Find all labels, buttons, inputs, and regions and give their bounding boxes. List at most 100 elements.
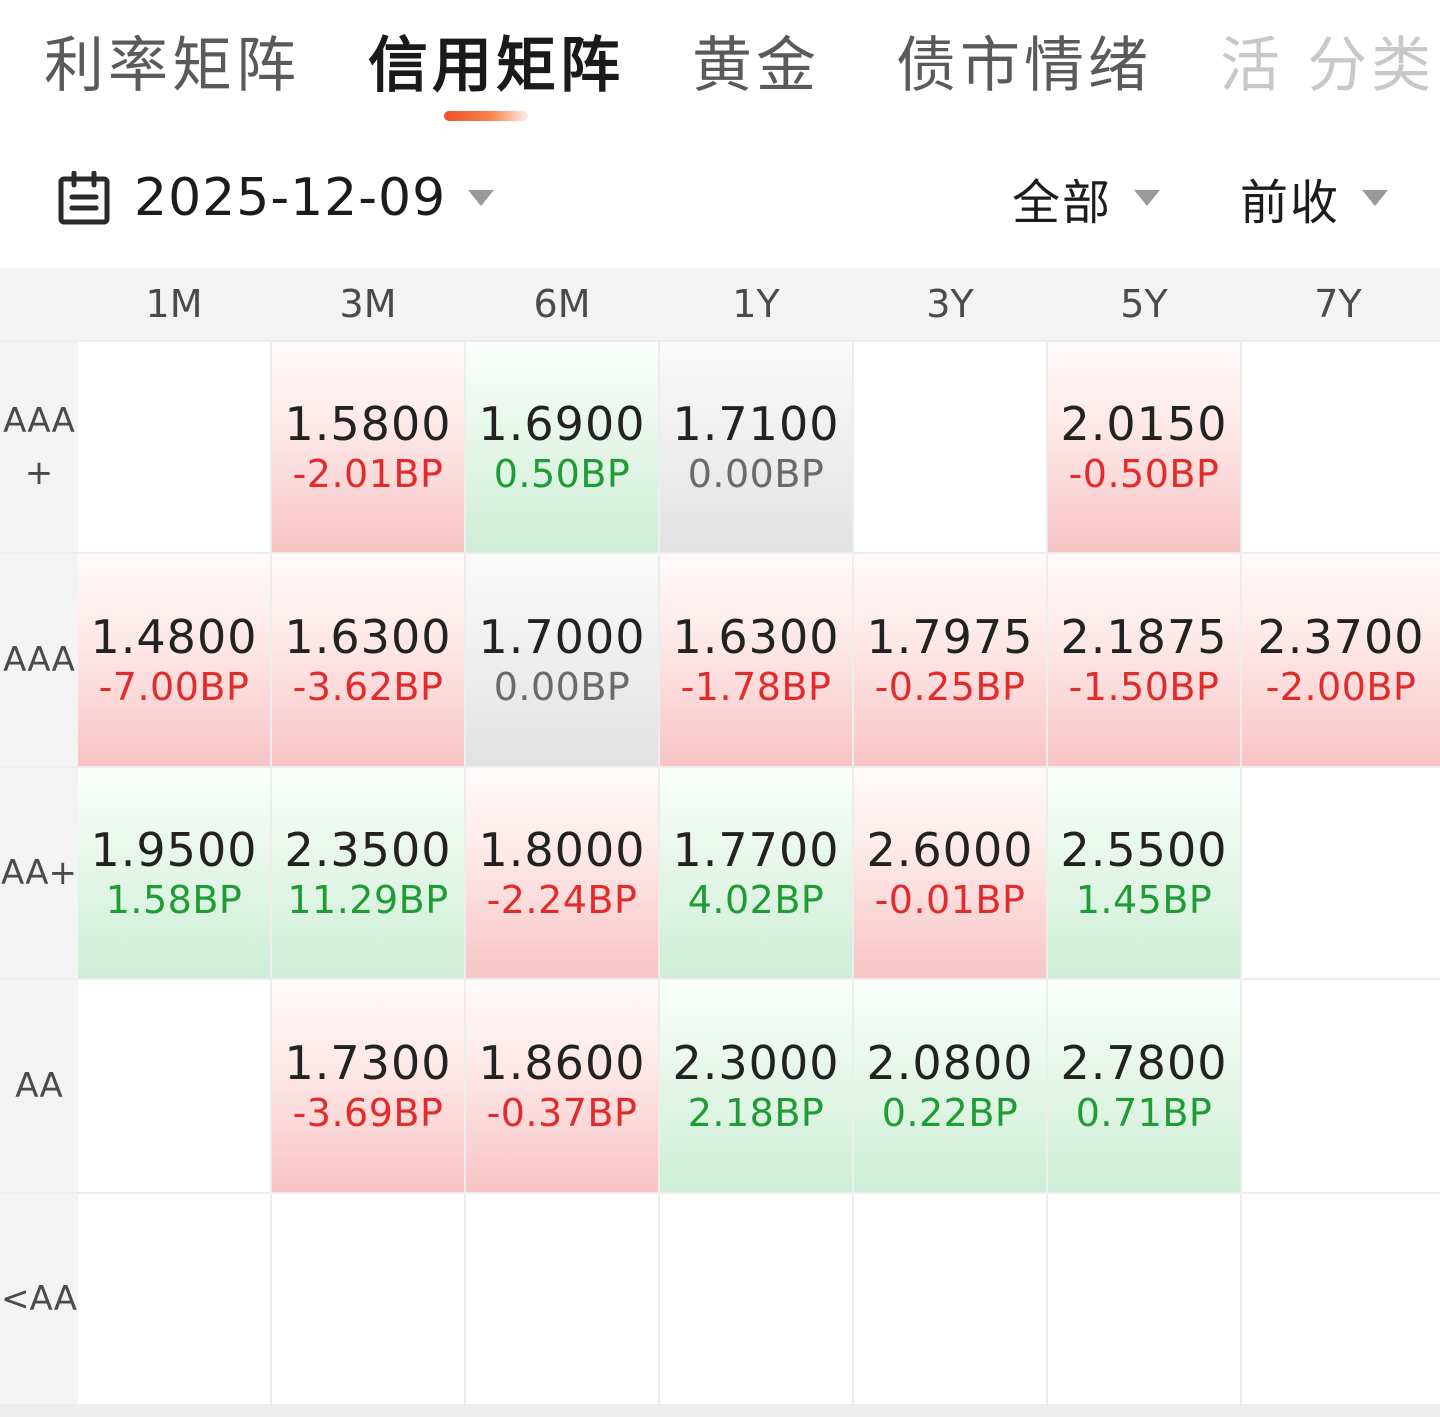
scope-label: 全部 [1012,175,1113,231]
rating-label-line1: AA [15,1066,63,1106]
cell-change: -1.78BP [680,665,832,709]
tab-category-partial[interactable]: 活 分类 [1220,30,1435,102]
cell-yield: 2.6000 [866,823,1034,877]
cell-yield: 2.3000 [672,1036,840,1090]
cell-change: 1.58BP [105,878,243,922]
cell-change: -0.37BP [486,1091,638,1135]
scope-dropdown[interactable]: 全部 [1012,150,1161,246]
cell-change: 1.45BP [1075,878,1213,922]
cell-yield: 1.6300 [284,610,452,664]
tenor-header: 3Y [926,282,974,326]
matrix-cell-empty [78,342,270,552]
matrix-cell[interactable]: 1.8600 -0.37BP [466,980,658,1192]
tenor-header: 3M [339,282,397,326]
rating-label-line1: AAA [3,401,75,441]
cell-change: -3.62BP [292,665,444,709]
matrix-cell[interactable]: 1.7000 0.00BP [466,554,658,766]
matrix-cell[interactable]: 2.1875 -1.50BP [1048,554,1240,766]
cell-change: 4.02BP [687,878,825,922]
caret-down-icon [468,190,495,206]
cell-change: 0.22BP [881,1091,1019,1135]
cell-yield: 1.8000 [478,823,646,877]
cell-yield: 1.6300 [672,610,840,664]
cell-change: -7.00BP [98,665,250,709]
cell-yield: 1.6900 [478,397,646,451]
tenor-header: 6M [533,282,591,326]
cell-yield: 1.7100 [672,397,840,451]
tab-gold[interactable]: 黄金 [692,30,820,102]
matrix-cell-empty [660,1194,852,1404]
matrix-cell-empty [1242,980,1440,1192]
matrix-cell[interactable]: 1.7300 -3.69BP [272,980,464,1192]
cell-change: -1.50BP [1068,665,1220,709]
cell-yield: 1.7975 [866,610,1034,664]
cell-yield: 2.3500 [284,823,452,877]
cell-yield: 1.7700 [672,823,840,877]
rating-label-line2: + [24,453,54,493]
matrix-cell[interactable]: 1.7975 -0.25BP [854,554,1046,766]
cell-change: -2.01BP [292,452,444,496]
matrix-cell[interactable]: 1.8000 -2.24BP [466,768,658,978]
cell-yield: 2.7800 [1060,1036,1228,1090]
cell-change: 11.29BP [287,878,449,922]
cell-yield: 2.1875 [1060,610,1228,664]
matrix-cell-empty [1242,342,1440,552]
rating-label-line1: <AA [1,1279,77,1319]
matrix-cell-empty [854,1194,1046,1404]
caret-down-icon [1362,190,1389,206]
cell-change: 0.00BP [687,452,825,496]
rating-label: AA+ [0,768,78,978]
cell-change: -2.00BP [1265,665,1417,709]
tenor-header: 7Y [1314,282,1362,326]
matrix-cell-empty [272,1194,464,1404]
tenor-header: 1Y [732,282,780,326]
rating-label: AAA [0,554,78,766]
price-basis-label: 前收 [1240,175,1341,231]
calendar-icon [58,171,110,225]
matrix-cell-empty [466,1194,658,1404]
cell-change: 0.00BP [493,665,631,709]
tab-credit-matrix[interactable]: 信用矩阵 [368,30,624,102]
rating-label: AA [0,980,78,1192]
date-picker[interactable]: 2025-12-09 [58,150,495,246]
tenor-header: 1M [145,282,203,326]
matrix-cell[interactable]: 2.3000 2.18BP [660,980,852,1192]
tab-rate-matrix[interactable]: 利率矩阵 [44,30,300,102]
matrix-cell[interactable]: 2.3500 11.29BP [272,768,464,978]
cell-yield: 1.5800 [284,397,452,451]
matrix-cell[interactable]: 2.6000 -0.01BP [854,768,1046,978]
matrix-cell[interactable]: 1.7700 4.02BP [660,768,852,978]
matrix-cell[interactable]: 1.5800 -2.01BP [272,342,464,552]
matrix-cell[interactable]: 2.3700 -2.00BP [1242,554,1440,766]
tenor-header: 5Y [1120,282,1168,326]
tab-bond-sentiment[interactable]: 债市情绪 [896,30,1152,102]
matrix-cell[interactable]: 1.9500 1.58BP [78,768,270,978]
cell-yield: 2.0150 [1060,397,1228,451]
cell-yield: 1.7000 [478,610,646,664]
matrix-cell-empty [78,1194,270,1404]
matrix-cell[interactable]: 2.0150 -0.50BP [1048,342,1240,552]
selected-date: 2025-12-09 [134,168,447,228]
matrix-cell[interactable]: 2.7800 0.71BP [1048,980,1240,1192]
cell-yield: 2.5500 [1060,823,1228,877]
matrix-cell[interactable]: 1.6300 -3.62BP [272,554,464,766]
cell-yield: 1.7300 [284,1036,452,1090]
cell-yield: 1.9500 [90,823,258,877]
matrix-cell[interactable]: 1.6900 0.50BP [466,342,658,552]
filter-bar: 2025-12-09 全部 前收 [0,150,1440,246]
active-tab-indicator [444,111,528,121]
matrix-cell[interactable]: 2.0800 0.22BP [854,980,1046,1192]
matrix-cell[interactable]: 1.4800 -7.00BP [78,554,270,766]
rating-label: AAA + [0,342,78,552]
matrix-cell[interactable]: 1.6300 -1.78BP [660,554,852,766]
caret-down-icon [1134,190,1161,206]
matrix-cell-empty [1242,768,1440,978]
rating-label-line1: AAA [3,640,75,680]
cell-yield: 1.8600 [478,1036,646,1090]
cell-yield: 2.0800 [866,1036,1034,1090]
cell-yield: 1.4800 [90,610,258,664]
matrix-cell[interactable]: 1.7100 0.00BP [660,342,852,552]
matrix-cell[interactable]: 2.5500 1.45BP [1048,768,1240,978]
price-basis-dropdown[interactable]: 前收 [1240,150,1389,246]
matrix-cell-empty [1048,1194,1240,1404]
